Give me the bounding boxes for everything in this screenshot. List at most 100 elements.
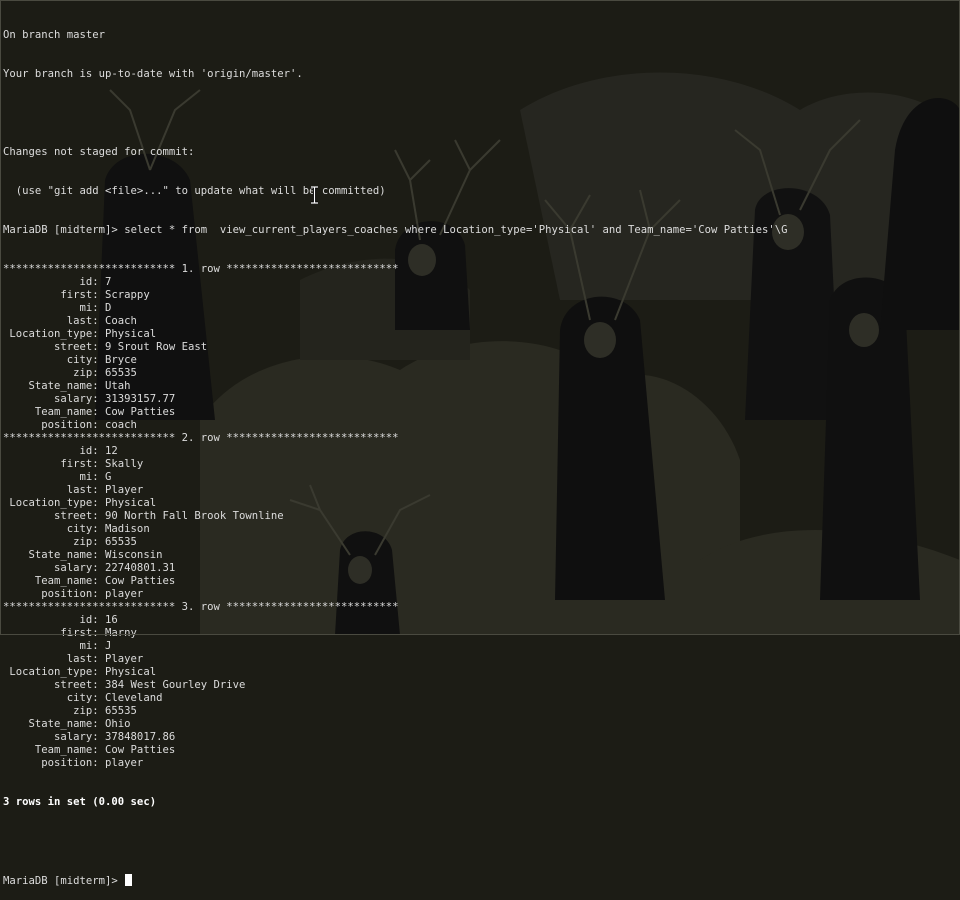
field-value: Wisconsin: [105, 549, 163, 561]
field-key: street: [54, 341, 93, 353]
field-value: 7: [105, 276, 112, 288]
field-row: position: player: [3, 757, 788, 770]
field-colon: :: [92, 510, 106, 522]
field-value: Cleveland: [105, 692, 163, 704]
field-value: player: [105, 757, 144, 769]
field-colon: :: [92, 705, 106, 717]
field-colon: :: [92, 627, 106, 639]
field-colon: :: [92, 614, 106, 626]
field-row: State_name: Ohio: [3, 718, 788, 731]
field-row: last: Coach: [3, 315, 788, 328]
field-colon: :: [92, 380, 106, 392]
field-row: zip: 65535: [3, 705, 788, 718]
field-value: coach: [105, 419, 137, 431]
row-separator-stars-left: ***************************: [3, 601, 176, 613]
field-colon: :: [92, 484, 106, 496]
field-value: Cow Patties: [105, 744, 176, 756]
field-row: salary: 31393157.77: [3, 393, 788, 406]
field-row: street: 90 North Fall Brook Townline: [3, 510, 788, 523]
field-value: J: [105, 640, 112, 652]
terminal-output[interactable]: On branch master Your branch is up-to-da…: [3, 3, 788, 900]
row-separator-stars-right: ***************************: [226, 601, 399, 613]
field-key: first: [60, 627, 93, 639]
field-colon: :: [92, 393, 106, 405]
field-row: last: Player: [3, 653, 788, 666]
row-number-label: 1. row: [175, 263, 227, 275]
field-colon: :: [92, 744, 106, 756]
field-colon: :: [92, 458, 106, 470]
field-row: city: Bryce: [3, 354, 788, 367]
field-colon: :: [92, 406, 106, 418]
field-key: city: [66, 692, 93, 704]
field-colon: :: [92, 562, 106, 574]
field-key: mi: [79, 471, 93, 483]
field-key: salary: [54, 562, 93, 574]
field-key: Location_type: [9, 328, 93, 340]
field-value: 65535: [105, 367, 137, 379]
git-status-branch: On branch master: [3, 29, 106, 41]
field-row: street: 9 Srout Row East: [3, 341, 788, 354]
field-key: Team_name: [34, 406, 93, 418]
field-value: Cow Patties: [105, 575, 176, 587]
field-value: Player: [105, 653, 144, 665]
field-key: zip: [73, 367, 93, 379]
field-key: last: [66, 484, 93, 496]
field-value: 12: [105, 445, 118, 457]
field-colon: :: [92, 328, 106, 340]
field-value: Player: [105, 484, 144, 496]
git-status-changes: Changes not staged for commit:: [3, 146, 195, 158]
field-key: mi: [79, 302, 93, 314]
input-line[interactable]: MariaDB [midterm]>: [3, 874, 788, 887]
field-row: position: player: [3, 588, 788, 601]
field-value: D: [105, 302, 112, 314]
field-row: Team_name: Cow Patties: [3, 575, 788, 588]
row-number-label: 2. row: [175, 432, 227, 444]
field-value: Ohio: [105, 718, 131, 730]
field-colon: :: [92, 523, 106, 535]
field-row: Location_type: Physical: [3, 497, 788, 510]
block-cursor-icon: [125, 874, 133, 886]
field-row: last: Player: [3, 484, 788, 497]
field-value: Madison: [105, 523, 150, 535]
field-row: first: Marny: [3, 627, 788, 640]
field-key: Location_type: [9, 497, 93, 509]
row-separator-stars-left: ***************************: [3, 263, 176, 275]
field-row: mi: J: [3, 640, 788, 653]
field-value: Scrappy: [105, 289, 150, 301]
field-colon: :: [92, 549, 106, 561]
field-key: city: [66, 523, 93, 535]
field-key: State_name: [28, 380, 93, 392]
field-key: mi: [79, 640, 93, 652]
field-colon: :: [92, 289, 106, 301]
field-key: position: [41, 419, 93, 431]
field-row: State_name: Wisconsin: [3, 549, 788, 562]
field-row: id: 16: [3, 614, 788, 627]
field-colon: :: [92, 445, 106, 457]
field-key: State_name: [28, 718, 93, 730]
field-value: Bryce: [105, 354, 137, 366]
row-separator: *************************** 1. row *****…: [3, 263, 788, 276]
field-row: street: 384 West Gourley Drive: [3, 679, 788, 692]
field-colon: :: [92, 341, 106, 353]
field-colon: :: [92, 666, 106, 678]
field-value: Utah: [105, 380, 131, 392]
field-colon: :: [92, 653, 106, 665]
field-row: city: Cleveland: [3, 692, 788, 705]
field-colon: :: [92, 588, 106, 600]
git-status-hint: (use "git add <file>..." to update what …: [3, 185, 386, 197]
field-value: Physical: [105, 497, 157, 509]
field-key: last: [66, 653, 93, 665]
field-key: street: [54, 510, 93, 522]
field-row: first: Skally: [3, 458, 788, 471]
field-value: 384 West Gourley Drive: [105, 679, 246, 691]
field-colon: :: [92, 536, 106, 548]
field-key: id: [79, 445, 93, 457]
field-key: Team_name: [34, 575, 93, 587]
field-row: Team_name: Cow Patties: [3, 744, 788, 757]
query-results: *************************** 1. row *****…: [3, 263, 788, 770]
field-value: 37848017.86: [105, 731, 176, 743]
field-key: salary: [54, 731, 93, 743]
field-value: 16: [105, 614, 118, 626]
